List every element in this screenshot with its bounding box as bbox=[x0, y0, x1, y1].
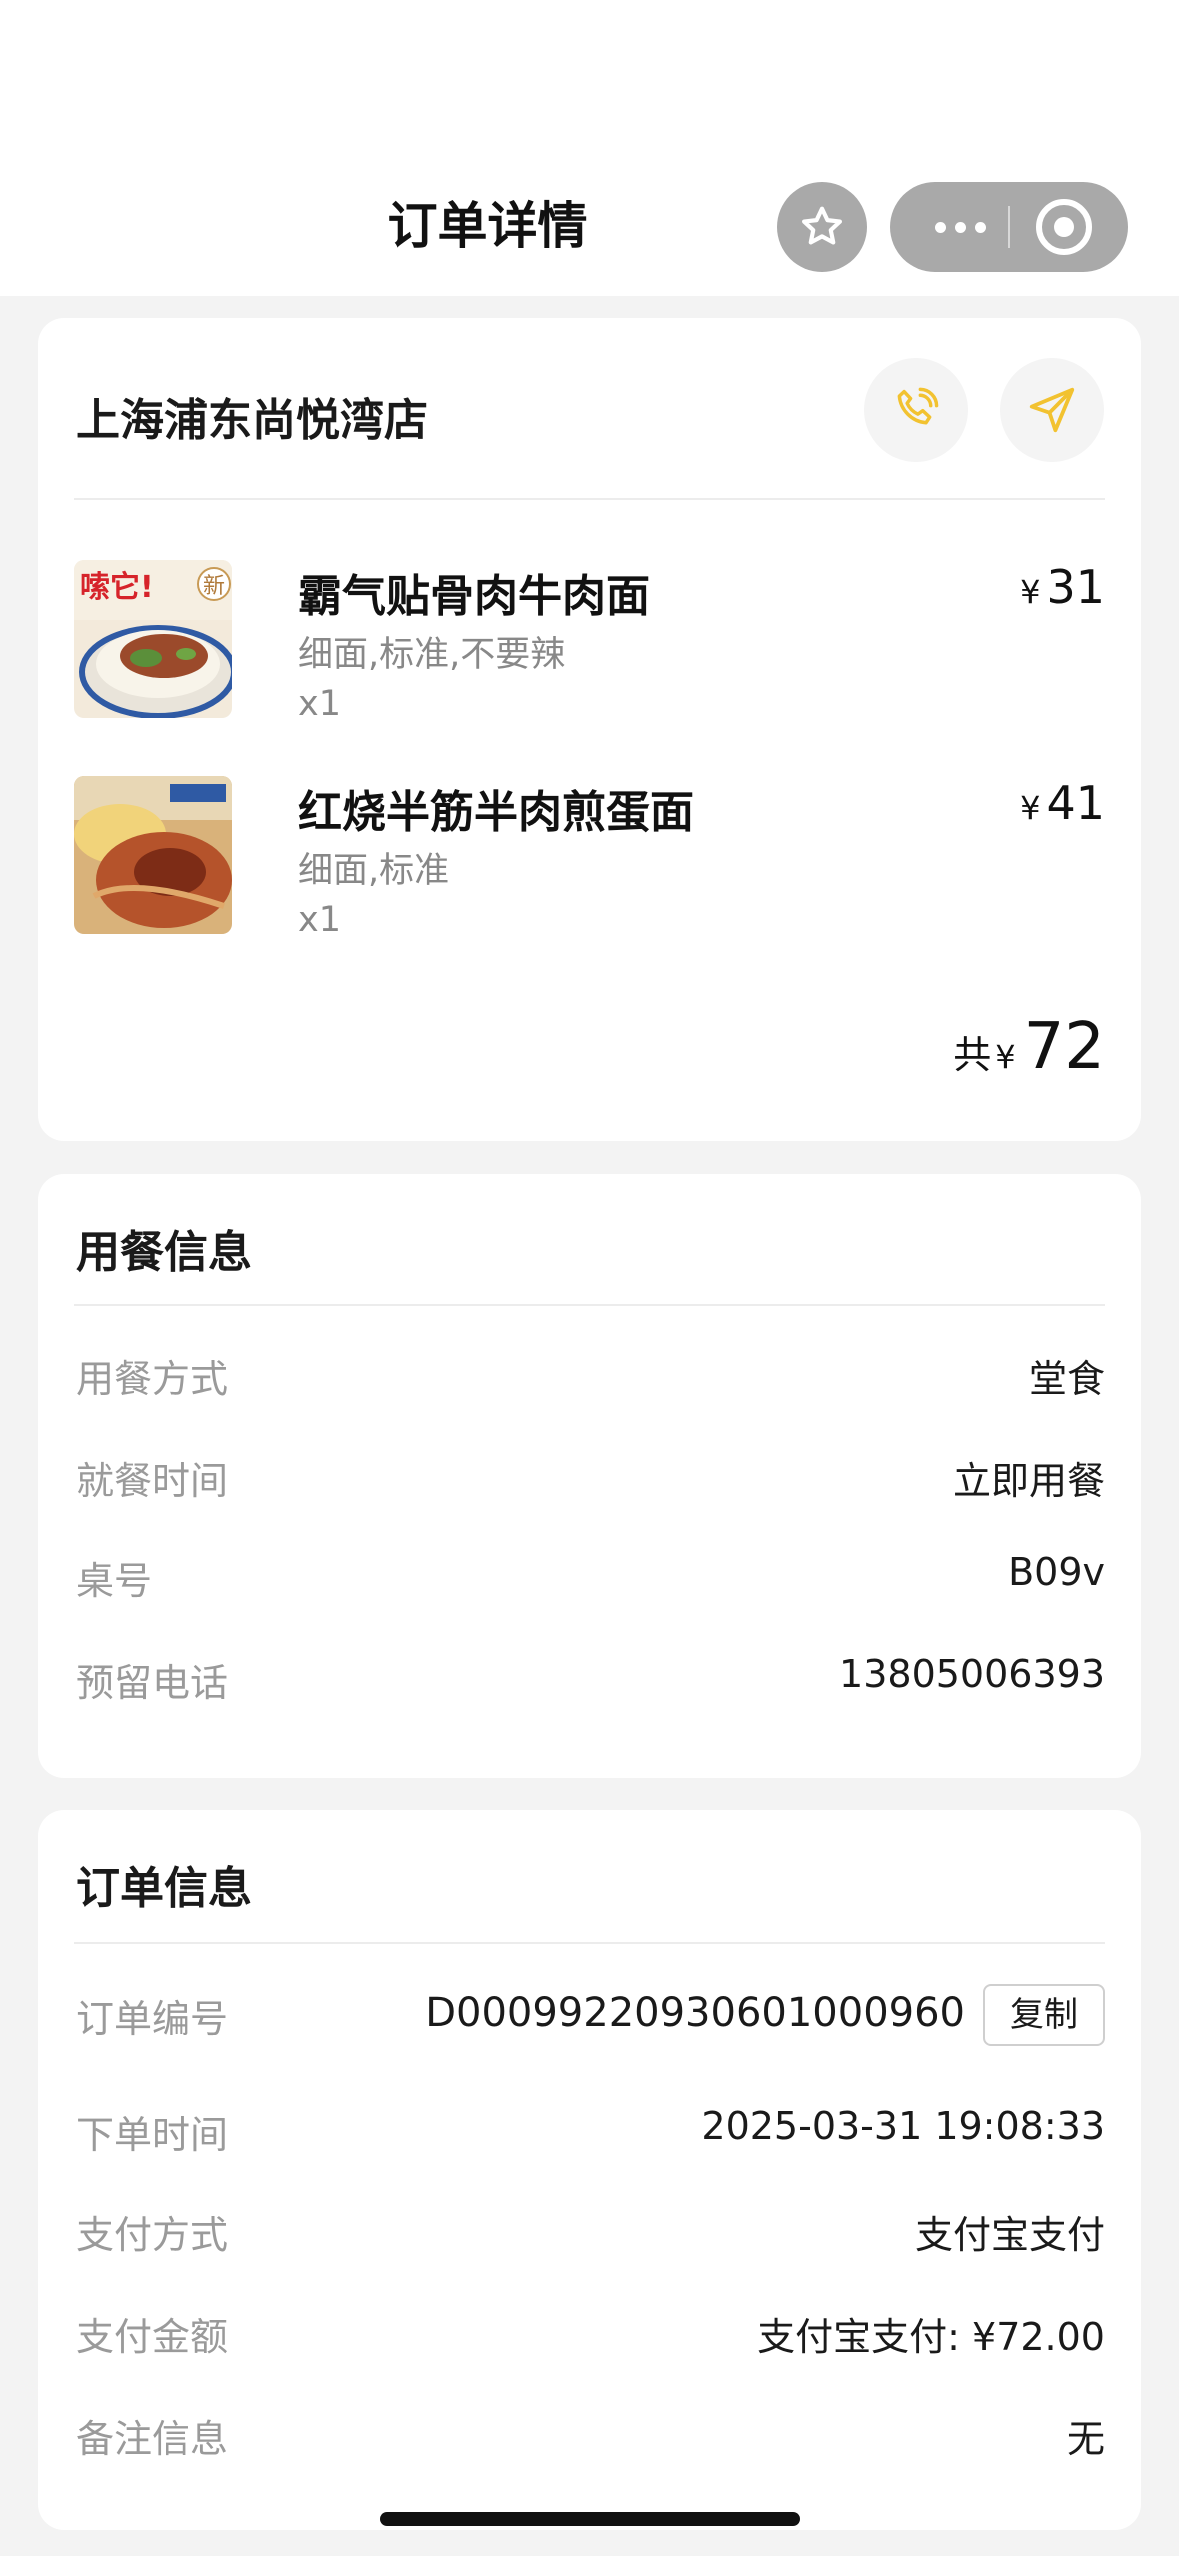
order-number: D00099220930601000960 bbox=[425, 1990, 965, 2036]
item-qty: x1 bbox=[298, 900, 341, 940]
call-store-button[interactable] bbox=[864, 358, 968, 462]
divider bbox=[74, 1942, 1105, 1944]
mini-program-capsule bbox=[890, 182, 1128, 272]
info-row-payment-amount: 支付金额 支付宝支付: ¥72.00 bbox=[76, 2315, 1105, 2359]
navigation-arrow-icon bbox=[1029, 387, 1075, 433]
order-item[interactable]: 红烧半筋半肉煎蛋面 细面,标准 x1 ¥41 bbox=[74, 776, 1105, 956]
info-row-phone: 预留电话 13805006393 bbox=[76, 1652, 1105, 1705]
total-prefix: 共 bbox=[953, 1033, 992, 1077]
navigate-button[interactable] bbox=[1000, 358, 1104, 462]
thumb-promo-text: 嗦它! bbox=[80, 570, 154, 605]
thumb-new-badge: 新 bbox=[203, 574, 226, 599]
total-currency: ¥ bbox=[995, 1038, 1016, 1076]
favorite-button[interactable] bbox=[777, 182, 867, 272]
copy-button[interactable]: 复制 bbox=[983, 1984, 1105, 2046]
section-title: 订单信息 bbox=[76, 1863, 252, 1914]
order-info-card: 订单信息 订单编号 D00099220930601000960 复制 下单时间 … bbox=[38, 1810, 1141, 2530]
item-thumbnail bbox=[74, 776, 232, 934]
home-indicator bbox=[380, 2512, 800, 2526]
item-name: 红烧半筋半肉煎蛋面 bbox=[298, 787, 694, 838]
item-price: ¥31 bbox=[1020, 560, 1105, 614]
total-value: 72 bbox=[1023, 1010, 1105, 1084]
item-thumbnail: 嗦它! 新 bbox=[74, 560, 232, 718]
item-name: 霸气贴骨肉牛肉面 bbox=[298, 571, 650, 622]
info-row-order-number: 订单编号 D00099220930601000960 复制 bbox=[76, 1984, 1105, 2050]
order-total: 共 ¥ 72 bbox=[953, 1010, 1105, 1084]
target-close-icon[interactable] bbox=[1036, 199, 1092, 255]
divider bbox=[74, 498, 1105, 500]
item-price: ¥41 bbox=[1020, 776, 1105, 830]
store-name: 上海浦东尚悦湾店 bbox=[76, 395, 428, 446]
info-row-remark: 备注信息 无 bbox=[76, 2417, 1105, 2461]
capsule-divider bbox=[1008, 206, 1010, 248]
info-row-payment-method: 支付方式 支付宝支付 bbox=[76, 2213, 1105, 2257]
divider bbox=[74, 1304, 1105, 1306]
phone-icon bbox=[897, 387, 939, 425]
info-row-table-number: 桌号 B09v bbox=[76, 1550, 1105, 1603]
dining-info-card: 用餐信息 用餐方式 堂食 就餐时间 立即用餐 桌号 B09v 预留电话 1380… bbox=[38, 1174, 1141, 1778]
order-items-card: 上海浦东尚悦湾店 嗦它! 新 霸气贴骨肉牛肉面 细面,标准,不要辣 x1 ¥ 3… bbox=[38, 318, 1141, 1141]
section-title: 用餐信息 bbox=[76, 1227, 252, 1278]
item-spec: 细面,标准,不要辣 bbox=[298, 635, 566, 675]
info-row-dining-mode: 用餐方式 堂食 bbox=[76, 1357, 1105, 1401]
item-qty: x1 bbox=[298, 684, 341, 724]
more-dots-icon[interactable] bbox=[920, 182, 1000, 272]
star-icon bbox=[802, 206, 842, 245]
item-spec: 细面,标准 bbox=[298, 851, 450, 891]
info-row-dining-time: 就餐时间 立即用餐 bbox=[76, 1459, 1105, 1503]
info-row-order-time: 下单时间 2025-03-31 19:08:33 bbox=[76, 2104, 1105, 2157]
order-item[interactable]: 嗦它! 新 霸气贴骨肉牛肉面 细面,标准,不要辣 x1 ¥31 bbox=[74, 560, 1105, 740]
nav-header: 订单详情 bbox=[0, 0, 1179, 296]
